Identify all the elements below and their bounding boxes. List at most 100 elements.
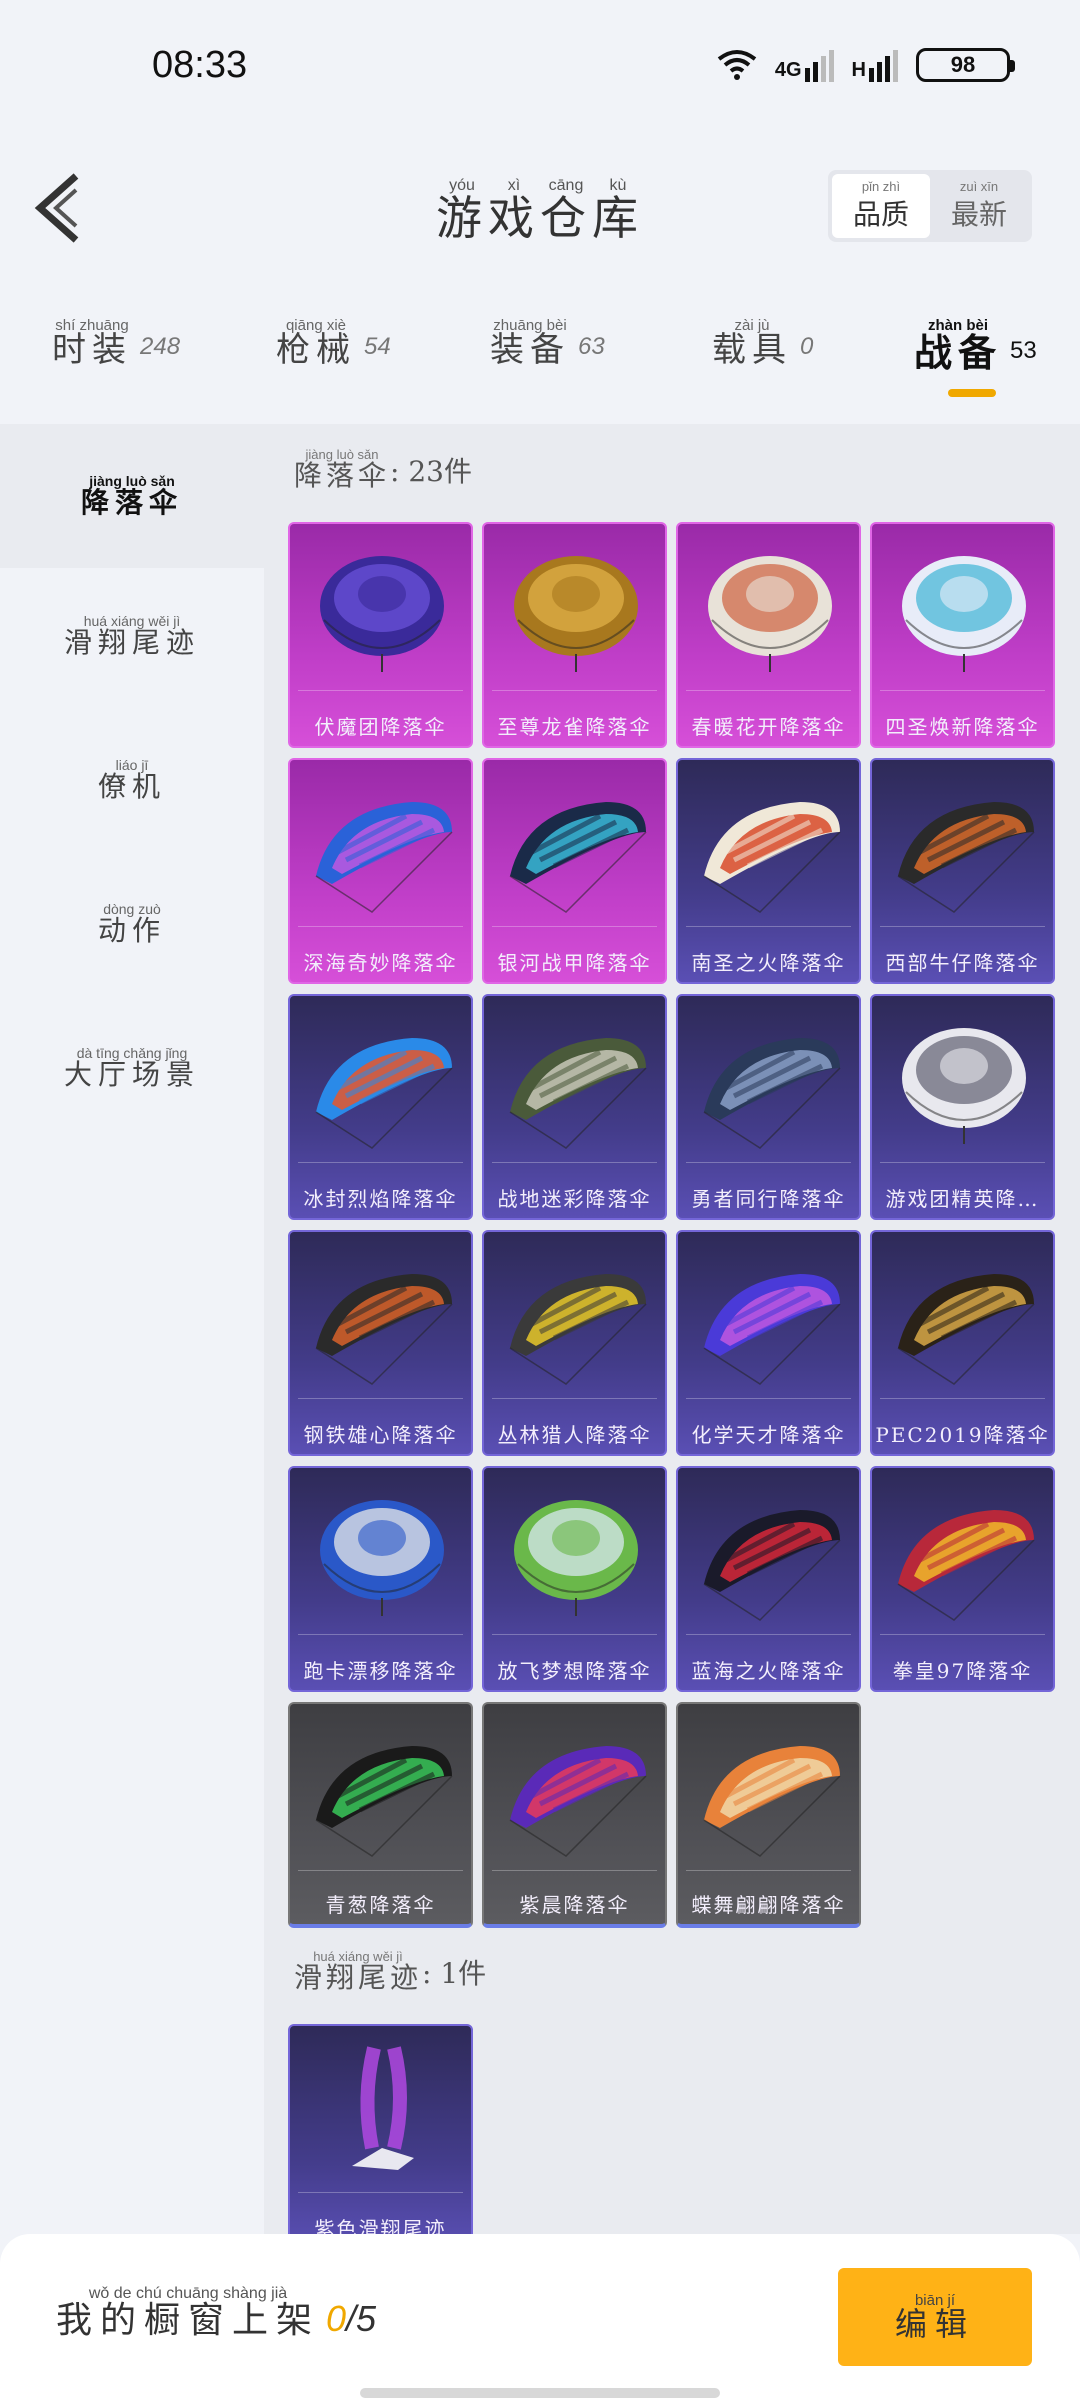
tab-weapons-text: qiāng xiè 枪械 (276, 318, 356, 369)
sidebar-item-wingman[interactable]: liáo jī 僚机 (0, 758, 264, 801)
item-name: 战地迷彩降落伞 (484, 1183, 665, 1212)
item-card[interactable]: 深海奇妙降落伞 (288, 758, 473, 984)
item-card[interactable]: 紫晨降落伞 (482, 1702, 667, 1928)
item-card[interactable]: 化学天才降落伞 (676, 1230, 861, 1456)
card-divider (492, 1398, 657, 1399)
item-name-text: 跑卡漂移降落伞 (303, 1659, 458, 1683)
chevron-left-icon (34, 173, 79, 243)
item-name: PEC2019降落伞 (872, 1419, 1053, 1448)
item-name: 丛林猎人降落伞 (484, 1419, 665, 1448)
parachute-icon (902, 556, 1026, 672)
item-name: 南圣之火降落伞 (678, 947, 859, 976)
card-divider (880, 1634, 1045, 1635)
card-divider (298, 926, 463, 927)
item-name: 钢铁雄心降落伞 (290, 1419, 471, 1448)
item-card[interactable]: PEC2019降落伞 (870, 1230, 1055, 1456)
card-divider (492, 690, 657, 691)
item-name-text: 银河战甲降落伞 (497, 951, 652, 975)
sort-newest-label: 最新 (950, 197, 1007, 231)
item-card[interactable]: 蓝海之火降落伞 (676, 1466, 861, 1692)
item-card[interactable]: 丛林猎人降落伞 (482, 1230, 667, 1456)
card-divider (880, 1162, 1045, 1163)
card-divider (492, 1870, 657, 1871)
item-card[interactable]: 冰封烈焰降落伞 (288, 994, 473, 1220)
item-card[interactable]: 西部牛仔降落伞 (870, 758, 1055, 984)
title-char-3: cāng 仓 (540, 178, 592, 245)
tab-equipment[interactable]: zhuāng bèi 装备 63 (490, 318, 605, 369)
parachute-icon (514, 1500, 638, 1616)
status-icons: 4G H 98 (717, 48, 1015, 82)
tab-battle-gear[interactable]: zhàn bèi 战备 53 (914, 318, 1037, 373)
sidebar-item-text: liáo jī 僚机 (98, 758, 166, 801)
card-divider (298, 1870, 463, 1871)
sort-toggle: pǐn zhì 品质 zuì xīn 最新 (828, 170, 1032, 242)
item-card[interactable]: 紫色滑翔尾迹 (288, 2024, 473, 2234)
section-title-label: 降落伞 (294, 459, 391, 492)
title-char: 仓 (540, 191, 592, 245)
card-divider (492, 926, 657, 927)
card-divider (492, 1162, 657, 1163)
sidebar-item-text: dòng zuò 动作 (98, 902, 166, 945)
edit-button[interactable]: biān jí 编辑 (838, 2268, 1032, 2366)
tab-equipment-text: zhuāng bèi 装备 (490, 318, 570, 369)
sidebar-item-parachute[interactable]: jiàng luò sǎn 降落伞 (0, 424, 264, 568)
title-char: 游 (436, 191, 488, 245)
item-card[interactable]: 南圣之火降落伞 (676, 758, 861, 984)
status-bar: 08:33 4G H 98 (0, 0, 1080, 140)
edit-label: 编辑 (894, 2304, 975, 2343)
parachute-icon (703, 1038, 841, 1149)
battery-icon: 98 (916, 48, 1015, 82)
item-name: 放飞梦想降落伞 (484, 1655, 665, 1684)
item-card[interactable]: 春暖花开降落伞 (676, 522, 861, 748)
parachute-icon (509, 802, 647, 913)
card-divider (880, 926, 1045, 927)
tab-count: 248 (140, 332, 181, 360)
tab-count: 54 (364, 332, 391, 360)
item-name-text: 化学天才降落伞 (691, 1423, 846, 1447)
item-name: 游戏团精英降… (872, 1183, 1053, 1212)
card-divider (298, 1634, 463, 1635)
sidebar-item-text: dà tīng chǎng jǐng 大厅场景 (64, 1046, 200, 1089)
item-card[interactable]: 钢铁雄心降落伞 (288, 1230, 473, 1456)
item-card[interactable]: 伏魔团降落伞 (288, 522, 473, 748)
tab-weapons[interactable]: qiāng xiè 枪械 54 (276, 318, 391, 369)
item-card[interactable]: 至尊龙雀降落伞 (482, 522, 667, 748)
item-card[interactable]: 跑卡漂移降落伞 (288, 1466, 473, 1692)
item-card[interactable]: 蝶舞翩翩降落伞 (676, 1702, 861, 1928)
sidebar-item-trail[interactable]: huá xiáng wěi jì 滑翔尾迹 (0, 614, 264, 657)
sidebar-item-label: 动作 (97, 914, 166, 947)
item-card[interactable]: 拳皇97降落伞 (870, 1466, 1055, 1692)
parachute-icon (315, 1274, 453, 1385)
item-card[interactable]: 四圣焕新降落伞 (870, 522, 1055, 748)
sort-newest-button[interactable]: zuì xīn 最新 (930, 174, 1028, 238)
item-card[interactable]: 青葱降落伞 (288, 1702, 473, 1928)
home-indicator (360, 2388, 720, 2398)
item-card[interactable]: 银河战甲降落伞 (482, 758, 667, 984)
parachute-icon (703, 1746, 841, 1857)
tab-label: 枪械 (276, 330, 356, 370)
item-card[interactable]: 勇者同行降落伞 (676, 994, 861, 1220)
item-card[interactable]: 战地迷彩降落伞 (482, 994, 667, 1220)
showcase-text: wǒ de chú chuāng shàng jià 我的橱窗上架 (56, 2286, 320, 2340)
item-name-text: 拳皇97降落伞 (892, 1659, 1033, 1683)
card-divider (880, 1398, 1045, 1399)
tab-fashion[interactable]: shí zhuāng 时装 248 (52, 318, 180, 369)
parachute-icon (509, 1274, 647, 1385)
item-name-text: 丛林猎人降落伞 (497, 1423, 652, 1447)
item-name-text: 钢铁雄心降落伞 (303, 1423, 458, 1447)
back-button[interactable] (30, 168, 90, 248)
sort-quality-button[interactable]: pǐn zhì 品质 (832, 174, 930, 238)
item-name: 紫色滑翔尾迹 (290, 2213, 471, 2234)
tab-vehicles[interactable]: zài jù 载具 0 (712, 318, 813, 369)
sidebar-item-emote[interactable]: dòng zuò 动作 (0, 902, 264, 945)
tab-count: 63 (578, 332, 605, 360)
tab-battle-gear-text: zhàn bèi 战备 (914, 318, 1002, 373)
item-name-text: 蓝海之火降落伞 (691, 1659, 846, 1683)
sidebar-item-lobby-scene[interactable]: dà tīng chǎng jǐng 大厅场景 (0, 1046, 264, 1089)
item-card[interactable]: 游戏团精英降… (870, 994, 1055, 1220)
showcase-used: 0 (326, 2297, 347, 2339)
active-tab-indicator (948, 389, 996, 397)
item-card[interactable]: 放飞梦想降落伞 (482, 1466, 667, 1692)
item-grid-area[interactable]: jiàng luò sǎn 降落伞 : 23件 伏魔团降落伞 至尊龙雀降落伞 春暖花开… (264, 424, 1080, 2234)
parachute-icon (320, 556, 444, 672)
